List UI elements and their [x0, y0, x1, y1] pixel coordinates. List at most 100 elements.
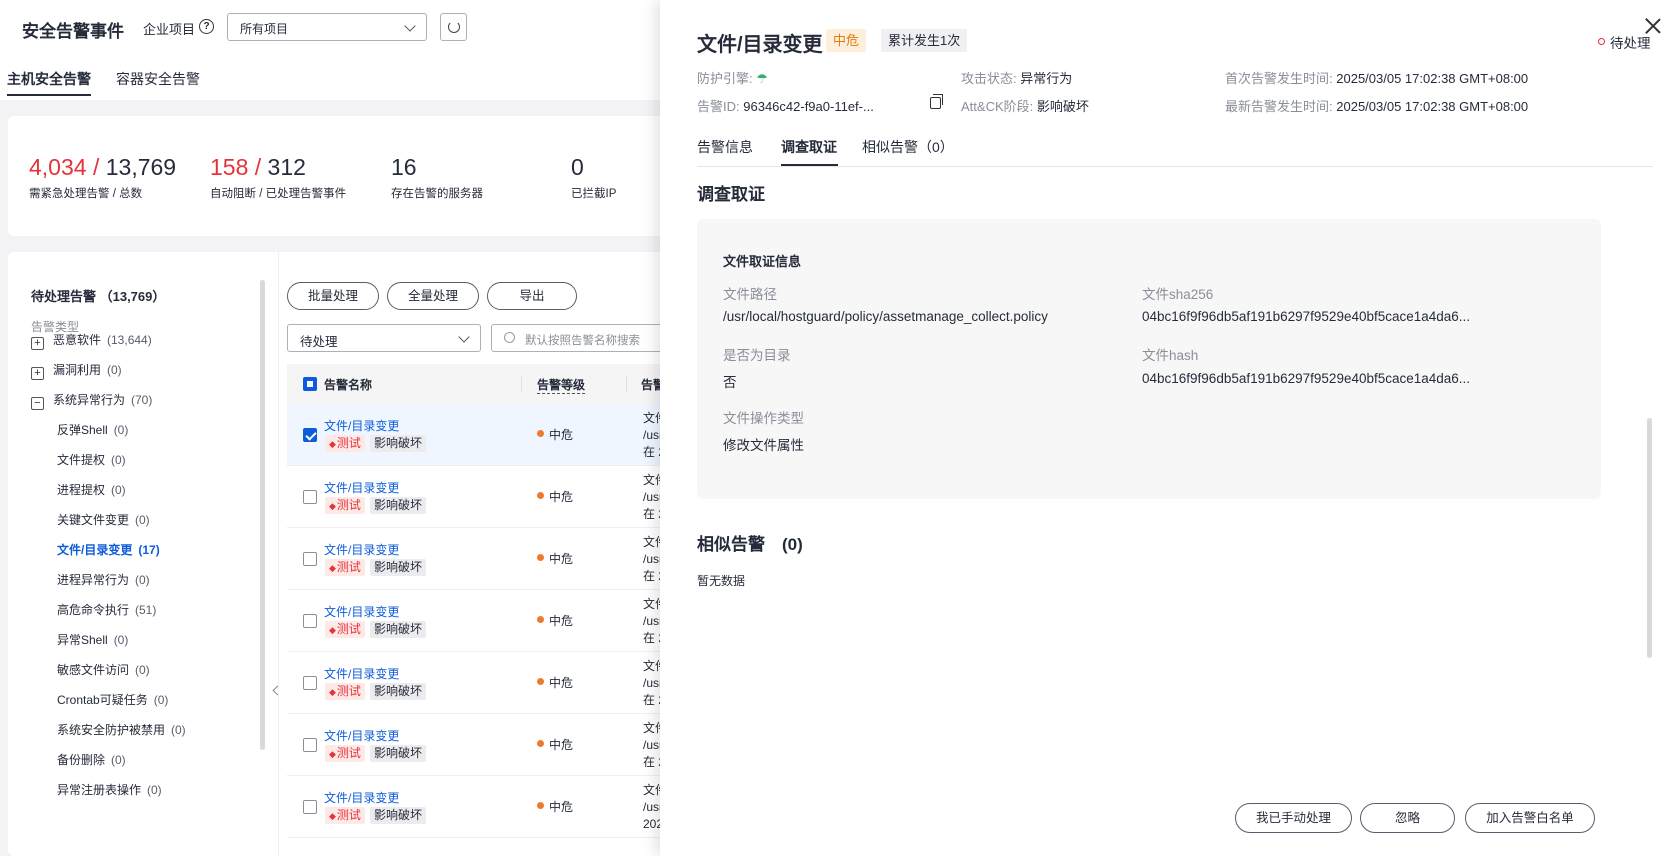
alarm-level: 中危	[549, 676, 574, 690]
attck-label: Att&CK阶段:	[961, 99, 1034, 114]
tree-item-label: 系统异常行为	[53, 393, 126, 407]
table-row[interactable]: 文件/目录变更 测试 影响破坏 中危 文件/usr/在 2	[287, 652, 700, 714]
tab-similar-alarms[interactable]: 相似告警（0）	[862, 137, 954, 157]
row-checkbox[interactable]	[303, 552, 317, 566]
tree-item-label: 文件提权	[57, 453, 106, 467]
tab-investigation[interactable]: 调查取证	[781, 137, 837, 157]
alarm-name-link[interactable]: 文件/目录变更	[324, 789, 399, 806]
tree-item-count: (0)	[111, 483, 126, 497]
tree-item-file-dir-change[interactable]: 文件/目录变更 (17)	[57, 541, 160, 558]
tree-item-registry[interactable]: 异常注册表操作 (0)	[57, 781, 162, 798]
attck-field: Att&CK阶段: 影响破坏	[961, 96, 1089, 115]
tree-item-reverse-shell[interactable]: 反弹Shell (0)	[57, 421, 128, 438]
tree-item-proc-priv[interactable]: 进程提权 (0)	[57, 481, 126, 498]
latest-time-value: 2025/03/05 17:02:38 GMT+08:00	[1336, 99, 1529, 114]
tree-item-count: (0)	[171, 723, 186, 737]
col-alarm-level[interactable]: 告警等级	[537, 376, 586, 394]
tab-alarm-info[interactable]: 告警信息	[697, 137, 753, 157]
evidence-panel-title: 文件取证信息	[723, 254, 802, 269]
tree-group-abnormal[interactable]: − 系统异常行为 (70)	[31, 391, 152, 410]
alarm-name-link[interactable]: 文件/目录变更	[324, 417, 399, 434]
expand-icon[interactable]: +	[31, 367, 44, 380]
select-all-checkbox[interactable]	[303, 377, 317, 391]
stat-ip-label: 已拦截IP	[571, 188, 617, 200]
row-checkbox[interactable]	[303, 800, 317, 814]
alarm-name-link[interactable]: 文件/目录变更	[324, 603, 399, 620]
tree-item-count: (70)	[131, 393, 153, 407]
tree-item-count: (0)	[107, 363, 122, 377]
tree-item-high-risk-cmd[interactable]: 高危命令执行 (51)	[57, 601, 156, 618]
stat-servers-value: 16	[391, 154, 417, 180]
attack-status-label: 攻击状态:	[961, 71, 1017, 86]
tree-item-count: (0)	[111, 453, 126, 467]
alarm-level: 中危	[549, 428, 574, 442]
level-badge: 中危	[826, 29, 867, 52]
tree-item-crontab[interactable]: Crontab可疑任务 (0)	[57, 691, 168, 708]
row-checkbox[interactable]	[303, 490, 317, 504]
copy-icon[interactable]	[930, 94, 943, 109]
table-row[interactable]: 文件/目录变更 测试 影响破坏 中危 文件/usr/在 2	[287, 466, 700, 528]
manual-handled-button[interactable]: 我已手动处理	[1235, 803, 1352, 833]
engine-field: 防护引擎: ☂	[697, 68, 768, 87]
table-row[interactable]: 文件/目录变更 测试 影响破坏 中危 文件/usr/在 2	[287, 404, 700, 466]
col-alarm-name[interactable]: 告警名称	[324, 376, 372, 393]
row-checkbox[interactable]	[303, 428, 317, 442]
tree-item-key-file[interactable]: 关键文件变更 (0)	[57, 511, 150, 528]
tree-item-count: (0)	[113, 423, 129, 437]
collapse-icon[interactable]: −	[31, 397, 44, 410]
row-checkbox[interactable]	[303, 614, 317, 628]
is-dir-value: 否	[723, 375, 737, 390]
alarm-name-link[interactable]: 文件/目录变更	[324, 665, 399, 682]
stat-blocked-label: 自动阻断 / 已处理告警事件	[210, 188, 347, 200]
tree-item-abnormal-shell[interactable]: 异常Shell (0)	[57, 631, 128, 648]
row-checkbox[interactable]	[303, 738, 317, 752]
tree-item-file-priv[interactable]: 文件提权 (0)	[57, 451, 126, 468]
add-whitelist-button[interactable]: 加入告警白名单	[1465, 803, 1595, 833]
alarm-name-link[interactable]: 文件/目录变更	[324, 727, 399, 744]
drawer-scrollbar[interactable]	[1647, 418, 1652, 658]
tree-scrollbar[interactable]	[260, 280, 265, 750]
tree-item-sensitive-file[interactable]: 敏感文件访问 (0)	[57, 661, 150, 678]
tree-item-label: 异常Shell	[57, 633, 108, 647]
help-icon[interactable]: ?	[199, 19, 214, 34]
alarm-name-link[interactable]: 文件/目录变更	[324, 479, 399, 496]
stats-card: 4,034 / 13,769 需紧急处理告警 / 总数 158 / 312 自动…	[8, 116, 700, 236]
active-tab-indicator	[7, 94, 91, 96]
tab-container-alarms[interactable]: 容器安全告警	[116, 69, 200, 89]
alarm-tabs: 主机安全告警 容器安全告警	[0, 56, 700, 100]
export-button[interactable]: 导出	[487, 282, 577, 310]
tree-item-proc-abnormal[interactable]: 进程异常行为 (0)	[57, 571, 150, 588]
row-checkbox[interactable]	[303, 676, 317, 690]
status-filter-select[interactable]: 待处理	[287, 324, 481, 352]
impact-tag: 影响破坏	[370, 683, 427, 700]
expand-icon[interactable]: +	[31, 337, 44, 350]
tree-title: 待处理告警 （13,769）	[31, 289, 166, 304]
process-all-button[interactable]: 全量处理	[387, 282, 479, 310]
similar-section-title: 相似告警 (0)	[697, 535, 803, 554]
occurrence-badge: 累计发生1次	[881, 29, 968, 52]
umbrella-icon: ☂	[756, 71, 768, 86]
table-row[interactable]: 文件/目录变更 测试 影响破坏 中危 文件/usr/在 2	[287, 590, 700, 652]
table-row[interactable]: 文件/目录变更 测试 影响破坏 中危 文件/usr/在 2	[287, 528, 700, 590]
tree-group-exploit[interactable]: + 漏洞利用 (0)	[31, 361, 122, 380]
tab-host-alarms[interactable]: 主机安全告警	[7, 69, 91, 89]
search-icon	[504, 332, 515, 343]
tree-item-backup-delete[interactable]: 备份删除 (0)	[57, 751, 126, 768]
ignore-button[interactable]: 忽略	[1360, 803, 1455, 833]
tree-item-count: (17)	[138, 543, 160, 557]
table-row[interactable]: 文件/目录变更 测试 影响破坏 中危 文件/usr/在 2	[287, 714, 700, 776]
alarm-name-link[interactable]: 文件/目录变更	[324, 541, 399, 558]
tree-item-protection-disabled[interactable]: 系统安全防护被禁用 (0)	[57, 721, 186, 738]
level-dot-icon	[537, 802, 544, 809]
impact-tag: 影响破坏	[370, 497, 427, 514]
attack-status-value: 异常行为	[1020, 71, 1073, 86]
impact-tag: 影响破坏	[370, 435, 427, 452]
chevron-down-icon	[404, 20, 416, 32]
refresh-button[interactable]	[440, 13, 467, 41]
alarm-status: 待处理	[1610, 36, 1651, 51]
batch-process-button[interactable]: 批量处理	[287, 282, 379, 310]
table-row[interactable]: 文件/目录变更 测试 影响破坏 中危 文件/usr/2025	[287, 776, 700, 838]
project-select[interactable]: 所有项目	[227, 13, 427, 41]
close-icon[interactable]	[1644, 16, 1662, 34]
tree-group-malware[interactable]: + 恶意软件 (13,644)	[31, 331, 152, 350]
